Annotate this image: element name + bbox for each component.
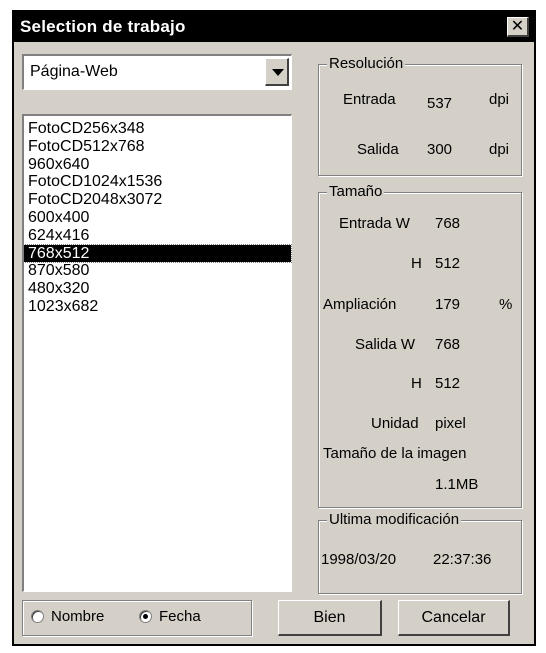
- size-zoom-unit: %: [499, 296, 513, 313]
- resolution-input-value: 537: [427, 95, 453, 112]
- size-output-h-value: 512: [435, 375, 461, 392]
- resolution-group: Resolución Entrada 537 dpi Salida 300 dp…: [318, 55, 522, 176]
- list-item[interactable]: FotoCD1024x1536: [24, 173, 291, 191]
- size-output-w-label: Salida W: [355, 336, 416, 353]
- sort-by-name-label[interactable]: Nombre: [51, 608, 104, 625]
- close-button[interactable]: ✕: [507, 17, 529, 37]
- size-unit-label: Unidad: [371, 415, 419, 432]
- resolution-output-label: Salida: [357, 141, 399, 158]
- resolution-input-label: Entrada: [343, 91, 396, 108]
- resolution-output-unit: dpi: [489, 141, 510, 158]
- resolution-output-value: 300: [427, 141, 453, 158]
- sort-radio-group: Nombre Fecha: [22, 600, 252, 636]
- last-modified-group-title: Ultima modificación: [327, 511, 462, 528]
- close-icon: ✕: [510, 18, 525, 35]
- size-input-h-value: 512: [435, 255, 461, 272]
- ok-button[interactable]: Bien: [278, 600, 382, 636]
- list-item[interactable]: FotoCD256x348: [24, 120, 291, 138]
- size-group-title: Tamaño: [327, 183, 385, 200]
- list-item[interactable]: FotoCD512x768: [24, 138, 291, 156]
- size-output-w-value: 768: [435, 336, 461, 353]
- sort-by-date-label[interactable]: Fecha: [159, 608, 201, 625]
- size-unit-value: pixel: [435, 415, 466, 432]
- size-input-w-value: 768: [435, 215, 461, 232]
- resolution-input-unit: dpi: [489, 91, 510, 108]
- last-modified-date: 1998/03/20: [321, 551, 397, 568]
- cancel-button[interactable]: Cancelar: [398, 600, 510, 636]
- chevron-down-icon[interactable]: [265, 58, 289, 86]
- sort-by-date-radio[interactable]: [139, 610, 152, 623]
- size-zoom-value: 179: [435, 296, 461, 313]
- size-image-size-label: Tamaño de la imagen: [323, 445, 467, 462]
- list-item[interactable]: 768x512: [23, 243, 292, 264]
- list-item[interactable]: 1023x682: [24, 298, 291, 316]
- size-output-h-label: H: [411, 375, 422, 392]
- last-modified-time: 22:37:36: [433, 551, 492, 568]
- size-input-w-label: Entrada W: [339, 215, 410, 232]
- size-group: Tamaño Entrada W 768 H 512 Ampliación 17…: [318, 183, 522, 508]
- job-selection-dialog: Selection de trabajo ✕ Página-Web FotoCD…: [12, 10, 536, 646]
- list-item[interactable]: 600x400: [24, 209, 291, 227]
- resolution-group-title: Resolución: [327, 55, 406, 72]
- title-bar[interactable]: Selection de trabajo ✕: [14, 12, 534, 42]
- preset-dropdown[interactable]: Página-Web: [22, 54, 292, 90]
- radio-selected-dot: [143, 614, 148, 619]
- list-item[interactable]: 480x320: [24, 280, 291, 298]
- list-item[interactable]: 960x640: [24, 156, 291, 174]
- window-title: Selection de trabajo: [20, 17, 186, 36]
- sort-by-name-radio[interactable]: [31, 610, 44, 623]
- list-item[interactable]: 624x416: [24, 227, 291, 245]
- size-zoom-label: Ampliación: [323, 296, 397, 313]
- list-item[interactable]: 870x580: [24, 262, 291, 280]
- list-item[interactable]: FotoCD2048x3072: [24, 191, 291, 209]
- job-list[interactable]: FotoCD256x348 FotoCD512x768 960x640 FotoCD1…: [22, 114, 292, 592]
- preset-dropdown-value: Página-Web: [30, 63, 118, 80]
- size-image-size-value: 1.1MB: [435, 476, 479, 493]
- last-modified-group: Ultima modificación 1998/03/20 22:37:36: [318, 511, 522, 594]
- size-input-h-label: H: [411, 255, 422, 272]
